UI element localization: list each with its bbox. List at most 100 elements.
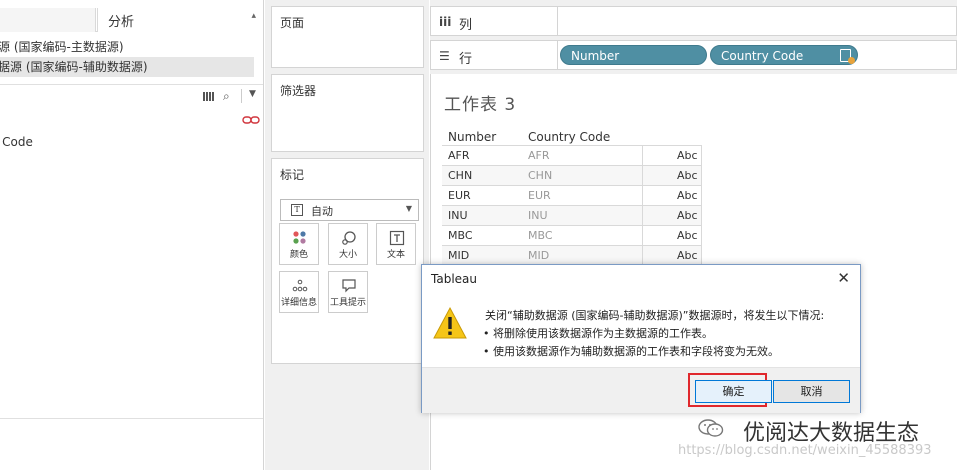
dialog-bullet-1: • 将删除使用该数据源作为主数据源的工作表。 xyxy=(483,327,713,340)
dialog-message-main: 关闭“辅助数据源 (国家编码-辅助数据源)”数据源时，将发生以下情况: xyxy=(485,309,825,322)
text-mark-icon: T xyxy=(291,204,303,216)
text-icon xyxy=(389,230,405,246)
cell-divider xyxy=(701,166,702,185)
color-icon xyxy=(293,231,306,244)
mark-type-select[interactable]: T 自动 ▼ xyxy=(280,199,419,221)
table-row[interactable]: MBC MBC Abc xyxy=(442,225,702,245)
cell-code: INU xyxy=(528,209,548,222)
field-measure-names[interactable]: 名称 xyxy=(0,153,240,171)
pill-number[interactable]: Number xyxy=(560,45,707,65)
cell-number: EUR xyxy=(448,189,471,202)
datasource-primary[interactable]: 据源 (国家编码-主数据源) xyxy=(0,37,254,57)
cell-code: AFR xyxy=(528,149,550,162)
watermark-url: https://blog.csdn.net/weixin_45588393 xyxy=(678,443,932,458)
cell-value: Abc xyxy=(677,149,698,162)
rows-shelf-divider xyxy=(557,41,558,69)
cell-number: AFR xyxy=(448,149,470,162)
mark-color-button[interactable]: 颜色 xyxy=(279,223,319,265)
cell-divider xyxy=(701,246,702,265)
cell-divider xyxy=(642,146,643,165)
cell-number: MID xyxy=(448,249,470,262)
size-icon xyxy=(342,231,356,245)
field-country-code-label: ntry Code xyxy=(0,135,33,149)
filters-title: 筛选器 xyxy=(280,84,317,98)
rows-shelf[interactable]: ☰ 行 Number Country Code xyxy=(430,40,957,70)
cell-value: Abc xyxy=(677,249,698,262)
cell-number: MBC xyxy=(448,229,473,242)
cell-value: Abc xyxy=(677,229,698,242)
mark-tooltip-button[interactable]: 工具提示 xyxy=(328,271,368,313)
fields-header: ⌕ ▼ xyxy=(0,84,263,108)
mark-text-button[interactable]: 文本 xyxy=(376,223,416,265)
search-icon[interactable]: ⌕ xyxy=(223,89,230,104)
table-row[interactable]: EUR EUR Abc xyxy=(442,185,702,205)
chevron-down-icon: ▼ xyxy=(405,204,412,213)
cell-divider xyxy=(642,206,643,225)
mark-size-label: 大小 xyxy=(338,250,357,260)
columns-shelf-divider xyxy=(557,7,558,35)
cell-divider xyxy=(642,166,643,185)
columns-label: 列 xyxy=(459,18,473,33)
datasource-primary-label: 据源 (国家编码-主数据源) xyxy=(0,40,124,54)
rows-label: 行 xyxy=(459,52,473,67)
cell-divider xyxy=(701,226,702,245)
mark-detail-label: 详细信息 xyxy=(280,298,317,308)
mark-tooltip-label: 工具提示 xyxy=(329,298,366,308)
header-number[interactable]: Number xyxy=(448,130,496,144)
ok-button[interactable]: 确定 xyxy=(695,380,772,403)
tooltip-icon xyxy=(342,279,356,293)
wechat-icon xyxy=(698,419,724,437)
pill-country-code[interactable]: Country Code xyxy=(710,45,858,65)
header-country-code[interactable]: Country Code xyxy=(528,130,610,144)
tab-analysis-label: 分析 xyxy=(108,15,135,30)
table-row[interactable]: AFR AFR Abc xyxy=(442,145,702,165)
cell-code: CHN xyxy=(528,169,553,182)
field-country-code[interactable]: ntry Code xyxy=(0,133,240,151)
link-icon[interactable] xyxy=(242,116,260,124)
view-toggle-icon[interactable] xyxy=(203,92,214,101)
cancel-button[interactable]: 取消 xyxy=(773,380,850,403)
datasource-secondary-label: 数据源 (国家编码-辅助数据源) xyxy=(0,60,148,74)
dialog-footer: 确定 取消 xyxy=(422,367,860,413)
marks-title: 标记 xyxy=(280,168,305,182)
cell-divider xyxy=(701,146,702,165)
mark-color-label: 颜色 xyxy=(289,250,308,260)
cell-value: Abc xyxy=(677,209,698,222)
cell-value: Abc xyxy=(677,189,698,202)
cell-divider xyxy=(701,186,702,205)
warning-icon xyxy=(433,306,467,339)
table-row[interactable]: CHN CHN Abc xyxy=(442,165,702,185)
fields-menu-icon[interactable]: ▼ xyxy=(249,89,256,99)
cell-code: EUR xyxy=(528,189,551,202)
tab-analysis-arrows-icon: ▴ xyxy=(251,11,256,21)
close-icon[interactable]: ✕ xyxy=(837,269,850,287)
cell-divider xyxy=(642,226,643,245)
table-row[interactable]: INU INU Abc xyxy=(442,205,702,225)
columns-icon: iii xyxy=(439,15,452,29)
pages-card[interactable]: 页面 xyxy=(271,6,424,68)
cell-code: MID xyxy=(528,249,550,262)
pill-number-label: Number xyxy=(571,49,620,63)
close-datasource-dialog: Tableau ✕ 关闭“辅助数据源 (国家编码-辅助数据源)”数据源时，将发生… xyxy=(421,264,861,413)
tab-analysis[interactable]: 分析 ▴ xyxy=(97,8,263,32)
pill-country-code-label: Country Code xyxy=(721,49,804,63)
dialog-message: 关闭“辅助数据源 (国家编码-辅助数据源)”数据源时，将发生以下情况: • 将删… xyxy=(483,307,824,361)
field-country[interactable]: ntry xyxy=(0,113,240,131)
filters-card[interactable]: 筛选器 xyxy=(271,74,424,152)
cell-divider xyxy=(642,186,643,205)
mark-detail-button[interactable]: 详细信息 xyxy=(279,271,319,313)
data-pane: 分析 ▴ 据源 (国家编码-主数据源) 数据源 (国家编码-辅助数据源) ⌕ ▼… xyxy=(0,0,264,470)
table-row[interactable]: MID MID Abc xyxy=(442,245,702,265)
columns-shelf[interactable]: iii 列 xyxy=(430,6,957,36)
mark-size-button[interactable]: 大小 xyxy=(328,223,368,265)
tab-data[interactable] xyxy=(0,8,96,32)
data-pane-tabstrip: 分析 ▴ xyxy=(0,0,263,32)
mark-type-label: 自动 xyxy=(311,205,333,218)
marks-card: 标记 T 自动 ▼ 颜色 大小 文本 详细信息 工具提示 xyxy=(271,158,424,364)
sheet-title: 工作表 3 xyxy=(444,95,517,115)
cell-number: CHN xyxy=(448,169,473,182)
cell-divider xyxy=(701,206,702,225)
cell-value: Abc xyxy=(677,169,698,182)
datasource-secondary[interactable]: 数据源 (国家编码-辅助数据源) xyxy=(0,57,254,77)
cell-number: INU xyxy=(448,209,468,222)
